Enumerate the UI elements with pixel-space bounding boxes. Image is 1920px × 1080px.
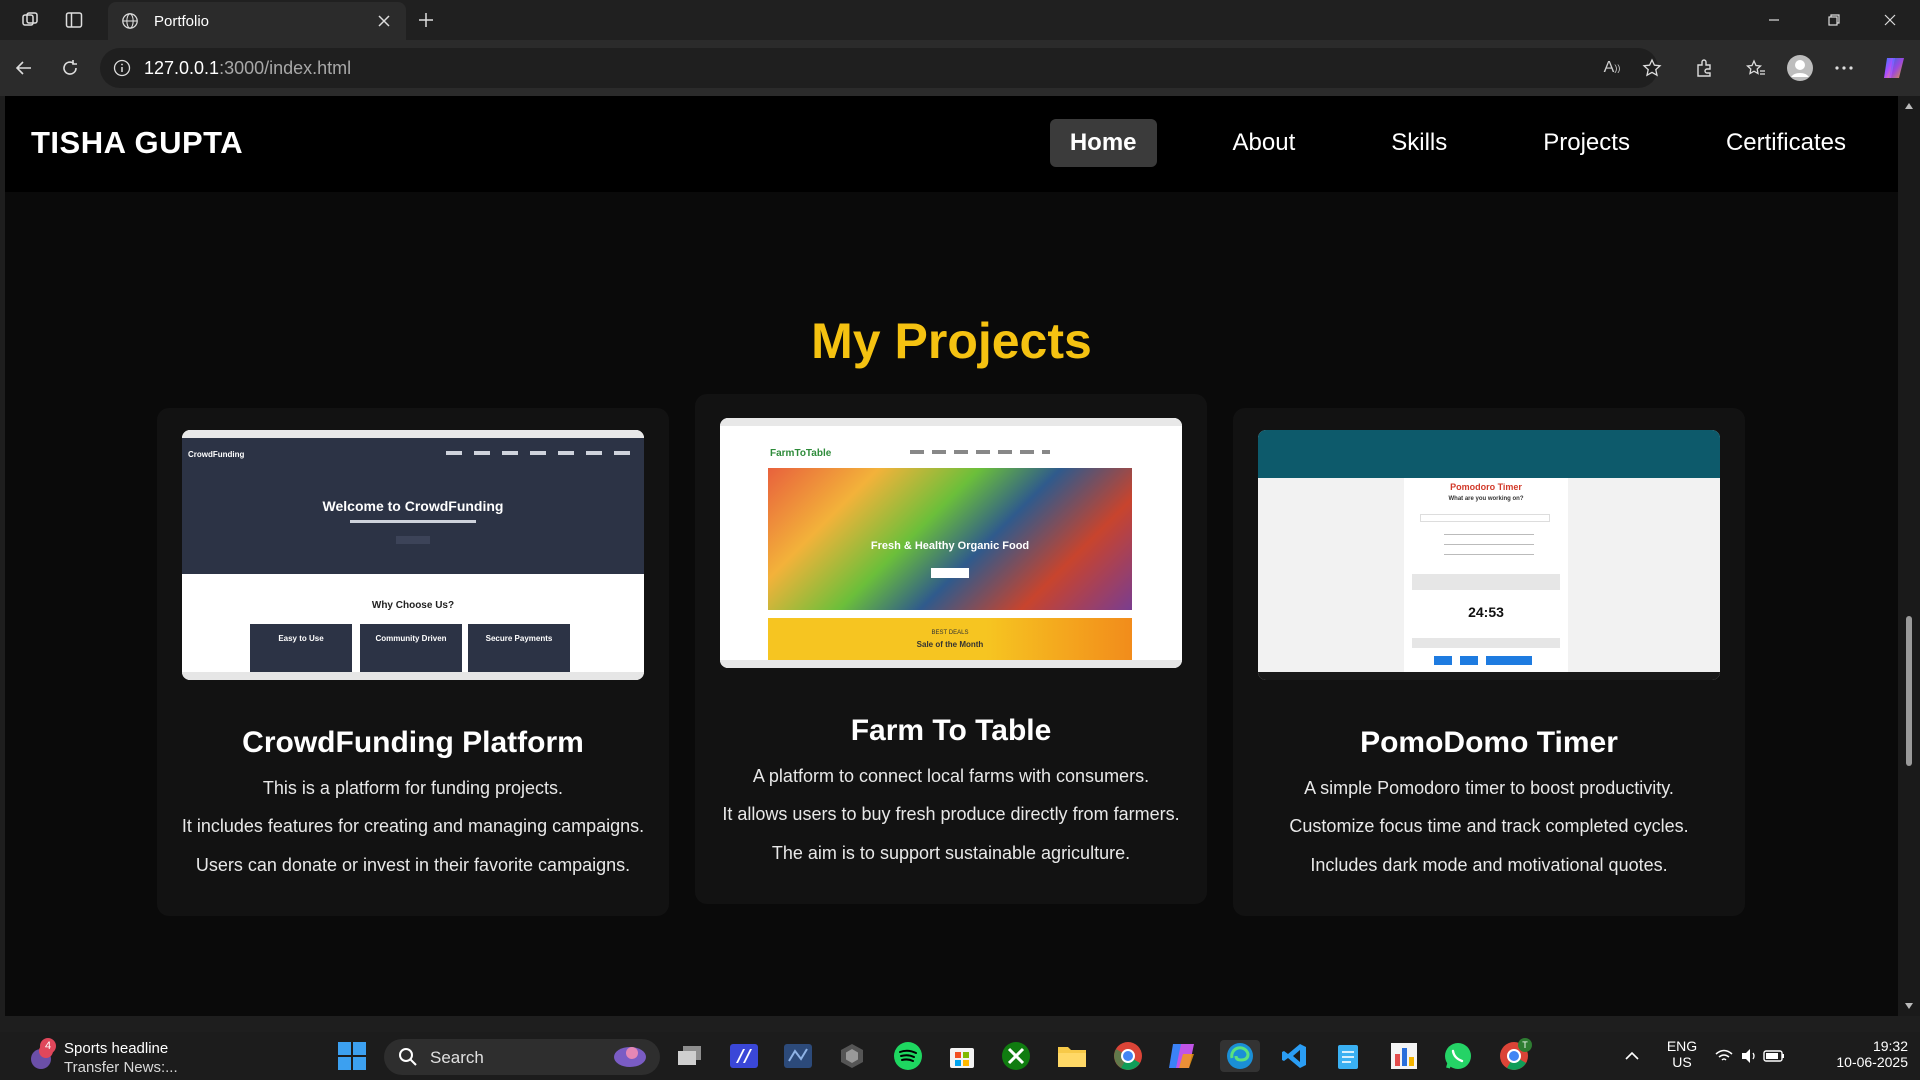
browser-titlebar: Portfolio — [0, 0, 1920, 40]
project-title: Farm To Table — [850, 714, 1052, 747]
wifi-volume-battery-icon — [1715, 1049, 1784, 1063]
project-title: CrowdFunding Platform — [242, 726, 584, 759]
vscode-icon[interactable] — [1276, 1040, 1312, 1072]
whatsapp-icon[interactable] — [1440, 1040, 1476, 1072]
project-screenshot-farmtotable: FarmToTable Fresh & Healthy Organic Food… — [720, 418, 1182, 668]
page-scrollbar[interactable] — [1898, 96, 1920, 1016]
vertical-tabs-icon[interactable] — [62, 8, 86, 32]
project-desc-line: The aim is to support sustainable agricu… — [771, 843, 1131, 863]
project-desc-line: It allows users to buy fresh produce dir… — [722, 804, 1180, 824]
project-desc-line: Includes dark mode and motivational quot… — [1310, 855, 1668, 875]
minimize-icon[interactable] — [1746, 0, 1802, 40]
scrollbar-thumb[interactable] — [1906, 616, 1912, 766]
restore-icon[interactable] — [1806, 0, 1862, 40]
search-icon — [399, 1048, 417, 1066]
tab-title: Portfolio — [154, 12, 210, 30]
news-widget[interactable]: 4 Sports headline Transfer News:... — [22, 1036, 192, 1076]
chrome-icon[interactable] — [1110, 1040, 1146, 1072]
nav-skills[interactable]: Skills — [1371, 119, 1467, 167]
project-card-farmtotable[interactable]: FarmToTable Fresh & Healthy Organic Food… — [695, 394, 1207, 904]
news-subtitle: Transfer News:... — [64, 1059, 178, 1076]
chevron-up-icon[interactable] — [1614, 1040, 1650, 1072]
project-screenshot-pomodomo: Pomodoro Timer What are you working on? … — [1258, 430, 1720, 680]
project-screenshot-crowdfunding: CrowdFunding Welcome to CrowdFunding Why… — [182, 430, 644, 680]
more-icon[interactable] — [1830, 54, 1858, 82]
info-icon[interactable] — [112, 58, 132, 78]
project-desc-line: A platform to connect local farms with c… — [752, 766, 1150, 786]
news-badge: 4 — [40, 1038, 56, 1054]
back-icon[interactable] — [10, 54, 38, 82]
taskbar-search[interactable]: Search — [384, 1039, 660, 1075]
copilot-icon[interactable] — [1880, 54, 1908, 82]
nav-home[interactable]: Home — [1049, 119, 1157, 167]
project-title: PomoDomo Timer — [1360, 726, 1618, 759]
windows-taskbar: 4 Sports headline Transfer News:... Sear… — [0, 1032, 1920, 1080]
favorites-icon[interactable] — [1742, 54, 1770, 82]
site-brand[interactable]: TISHA GUPTA — [31, 125, 243, 161]
search-label: Search — [430, 1048, 484, 1067]
url-text: 127.0.0.1:3000/index.html — [144, 57, 352, 78]
task-view-icon[interactable] — [672, 1040, 708, 1072]
project-card-crowdfunding[interactable]: CrowdFunding Welcome to CrowdFunding Why… — [157, 408, 669, 916]
project-card-pomodomo[interactable]: Pomodoro Timer What are you working on? … — [1233, 408, 1745, 916]
project-desc-line: This is a platform for funding projects. — [262, 778, 564, 798]
chrome-profile-badge: T — [1518, 1038, 1532, 1052]
close-window-icon[interactable] — [1862, 0, 1918, 40]
read-aloud-icon[interactable]: A)) — [1598, 56, 1626, 80]
project-desc-line: Users can donate or invest in their favo… — [195, 855, 631, 875]
browser-tab[interactable]: Portfolio — [108, 2, 406, 40]
section-title: My Projects — [811, 313, 1092, 369]
news-title: Sports headline — [64, 1040, 169, 1057]
project-desc-line: A simple Pomodoro timer to boost product… — [1304, 778, 1674, 798]
file-explorer-icon[interactable] — [1054, 1040, 1090, 1072]
project-desc-line: Customize focus time and track completed… — [1289, 816, 1689, 836]
charts-app-icon[interactable] — [1386, 1040, 1422, 1072]
system-tray[interactable] — [1710, 1040, 1790, 1072]
nav-links: Home About Skills Projects Certificates — [1049, 119, 1866, 167]
site-navbar: TISHA GUPTA Home About Skills Projects C… — [5, 96, 1898, 192]
windows-start-icon[interactable] — [334, 1040, 370, 1072]
copilot-app-icon[interactable] — [1164, 1040, 1200, 1072]
close-icon[interactable] — [374, 11, 394, 31]
globe-icon — [120, 11, 140, 31]
extensions-icon[interactable] — [1690, 54, 1718, 82]
address-bar[interactable]: 127.0.0.1:3000/index.html A)) — [100, 48, 1662, 88]
project-desc-line: It includes features for creating and ma… — [181, 816, 645, 836]
browser-toolbar: 127.0.0.1:3000/index.html A)) — [0, 40, 1920, 96]
chrome-profile-icon[interactable]: T — [1496, 1038, 1532, 1072]
edge-icon[interactable] — [1220, 1040, 1260, 1072]
workspaces-icon[interactable] — [18, 8, 42, 32]
language-indicator[interactable]: ENG US — [1664, 1038, 1700, 1070]
db-tool-icon[interactable] — [780, 1040, 816, 1072]
nav-about[interactable]: About — [1213, 119, 1316, 167]
profile-icon[interactable] — [1786, 54, 1814, 82]
hex-app-icon[interactable] — [834, 1040, 870, 1072]
xbox-icon[interactable] — [998, 1040, 1034, 1072]
clock[interactable]: 19:32 10-06-2025 — [1808, 1038, 1908, 1070]
plus-icon[interactable] — [414, 8, 438, 32]
page-viewport: TISHA GUPTA Home About Skills Projects C… — [5, 96, 1898, 1016]
nav-projects[interactable]: Projects — [1523, 119, 1650, 167]
nav-certificates[interactable]: Certificates — [1706, 119, 1866, 167]
dev-app-icon[interactable] — [726, 1040, 762, 1072]
favorite-star-icon[interactable] — [1638, 56, 1666, 80]
search-highlight-icon — [614, 1047, 646, 1067]
refresh-icon[interactable] — [56, 54, 84, 82]
spotify-icon[interactable] — [890, 1040, 926, 1072]
scroll-up-icon[interactable] — [1903, 100, 1915, 112]
ms-store-icon[interactable] — [944, 1040, 980, 1072]
notepad-icon[interactable] — [1330, 1040, 1366, 1072]
scroll-down-icon[interactable] — [1903, 1000, 1915, 1012]
